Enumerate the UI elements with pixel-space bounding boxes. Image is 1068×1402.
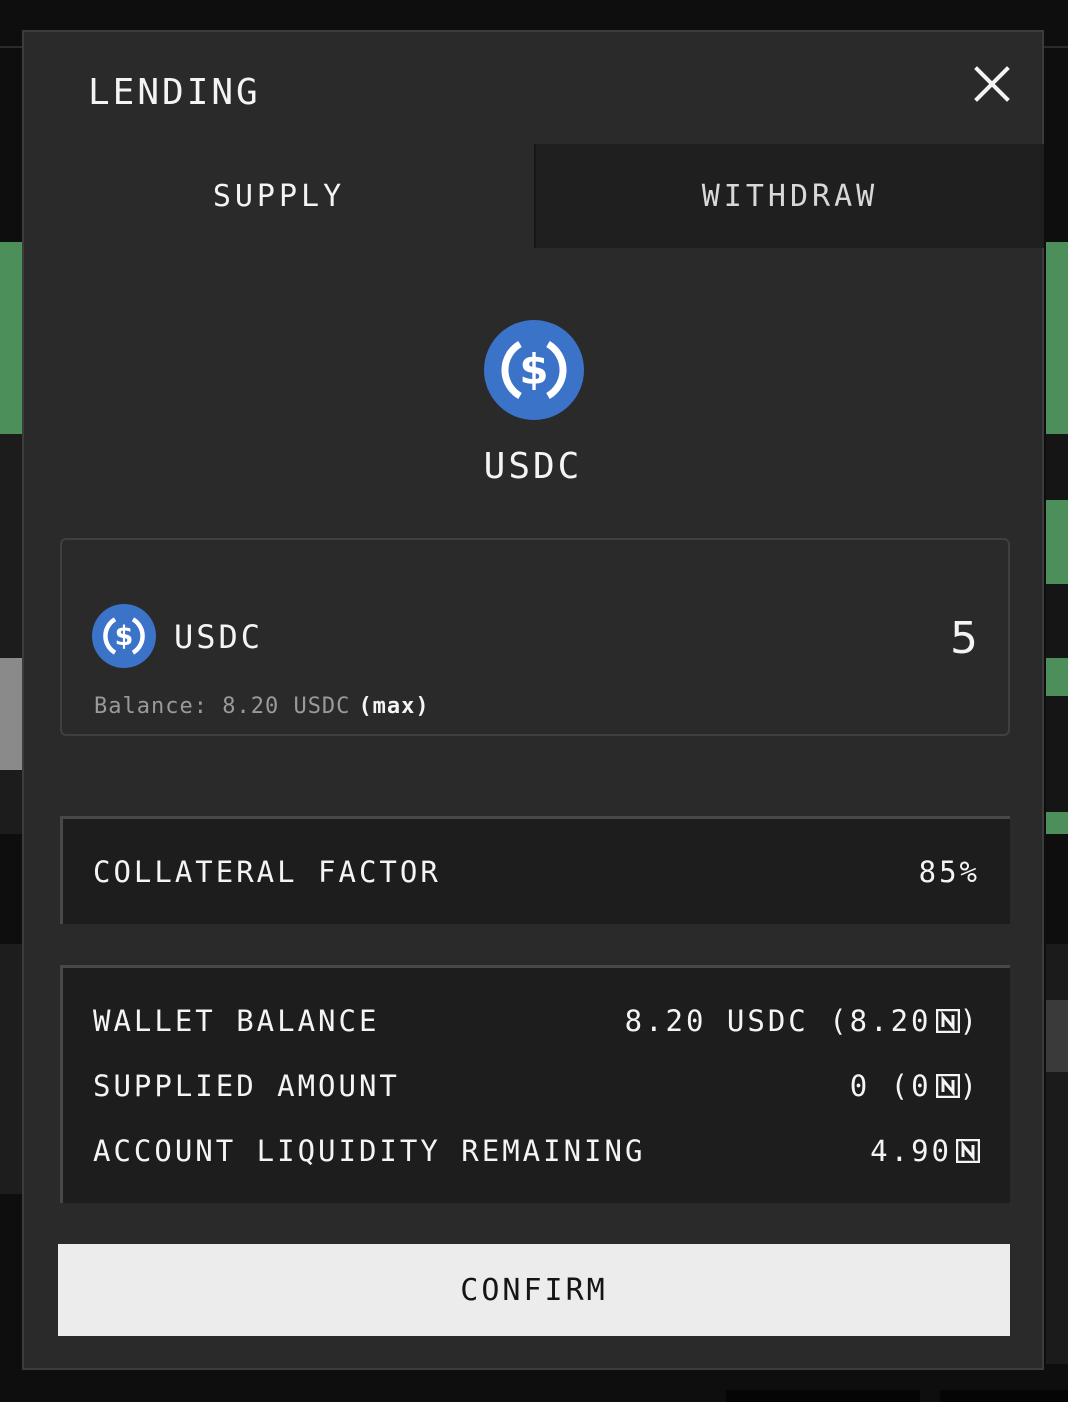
- background-panel: [1046, 434, 1068, 834]
- asset-name: USDC: [483, 446, 583, 487]
- input-asset-symbol: USDC: [174, 618, 264, 656]
- tab-supply[interactable]: SUPPLY: [24, 144, 534, 248]
- wallet-balance-row: WALLET BALANCE 8.20 USDC (8.20): [93, 1004, 980, 1038]
- balance-line: Balance: 8.20 USDC (max): [94, 694, 430, 719]
- liquidity-remaining-value: 4.90: [870, 1134, 980, 1168]
- usdc-icon: $: [484, 320, 584, 420]
- liquidity-remaining-label: ACCOUNT LIQUIDITY REMAINING: [93, 1134, 646, 1168]
- svg-text:$: $: [519, 345, 548, 394]
- background-green-bar: [1046, 658, 1068, 696]
- background-green-bar: [1046, 812, 1068, 834]
- close-icon[interactable]: [972, 64, 1012, 104]
- background-green-panel: [1046, 242, 1068, 434]
- collateral-factor-panel: COLLATERAL FACTOR 85%: [60, 816, 1010, 924]
- max-button[interactable]: (max): [358, 694, 429, 719]
- n-token-icon: [956, 1139, 980, 1163]
- tab-withdraw[interactable]: WITHDRAW: [534, 144, 1044, 248]
- wallet-balance-value: 8.20 USDC (8.20): [624, 1004, 980, 1038]
- background-block: [726, 1390, 920, 1402]
- modal-header: LENDING: [24, 32, 1042, 146]
- wallet-balance-label: WALLET BALANCE: [93, 1004, 380, 1038]
- background-gray-block: [0, 658, 24, 770]
- tab-bar: SUPPLY WITHDRAW: [24, 144, 1044, 248]
- svg-text:$: $: [115, 621, 134, 652]
- supplied-amount-value: 0 (0): [849, 1069, 980, 1103]
- amount-input[interactable]: [678, 610, 978, 666]
- background-panel: [0, 944, 24, 1194]
- balance-label: Balance:: [94, 694, 208, 719]
- balance-value: 8.20 USDC: [222, 694, 351, 719]
- background-chip: [1046, 1000, 1068, 1072]
- collateral-factor-row: COLLATERAL FACTOR 85%: [93, 855, 980, 889]
- supplied-amount-row: SUPPLIED AMOUNT 0 (0): [93, 1069, 980, 1103]
- liquidity-remaining-row: ACCOUNT LIQUIDITY REMAINING 4.90: [93, 1134, 980, 1168]
- background-panel: [0, 434, 24, 834]
- collateral-factor-value: 85%: [918, 855, 980, 889]
- account-stats-panel: WALLET BALANCE 8.20 USDC (8.20) SUPPLIED…: [60, 965, 1010, 1203]
- modal-title: LENDING: [88, 72, 261, 113]
- background-green-bar: [1046, 500, 1068, 584]
- usdc-icon: $: [92, 604, 156, 668]
- lending-modal: LENDING SUPPLY WITHDRAW $ USDC $ USDC 5 …: [22, 30, 1044, 1370]
- supplied-amount-label: SUPPLIED AMOUNT: [93, 1069, 400, 1103]
- background-block: [940, 1390, 1068, 1402]
- collateral-factor-label: COLLATERAL FACTOR: [93, 855, 441, 889]
- n-token-icon: [935, 1074, 960, 1098]
- confirm-button[interactable]: CONFIRM: [58, 1244, 1010, 1336]
- background-green-panel: [0, 242, 24, 434]
- n-token-icon: [935, 1009, 960, 1033]
- amount-input-panel: $ USDC Balance: 8.20 USDC (max): [60, 538, 1010, 736]
